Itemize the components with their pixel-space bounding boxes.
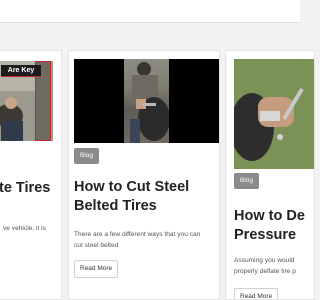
post-thumbnail[interactable] bbox=[74, 59, 219, 143]
category-badge[interactable]: Blog bbox=[234, 173, 260, 189]
post-card[interactable]: Are Key te Tires ve vehicle, it is bbox=[0, 50, 62, 300]
post-title[interactable]: te Tires bbox=[0, 179, 50, 198]
post-excerpt-line-1: Assuming you would bbox=[234, 257, 295, 264]
post-title-line-2[interactable]: Belted Tires bbox=[74, 197, 157, 216]
thumbnail-caption: Are Key bbox=[1, 65, 41, 77]
post-photo bbox=[124, 59, 169, 143]
post-excerpt: ve vehicle, it is bbox=[3, 225, 46, 232]
read-more-button[interactable]: Read More bbox=[74, 260, 119, 278]
post-excerpt-line-2: properly deflate tire p bbox=[234, 268, 296, 275]
post-excerpt-line-1: There are a few different ways that you … bbox=[74, 231, 201, 238]
post-title-line-2[interactable]: Pressure bbox=[234, 226, 296, 245]
post-card[interactable]: Blog How to De Pressure Assuming you wou… bbox=[225, 50, 315, 300]
top-bar bbox=[0, 0, 300, 23]
category-badge[interactable]: Blog bbox=[74, 148, 100, 164]
read-more-button[interactable]: Read More bbox=[234, 288, 279, 299]
post-title-line-1[interactable]: How to Cut Steel bbox=[74, 178, 189, 197]
post-thumbnail[interactable]: Are Key bbox=[0, 61, 53, 141]
post-thumbnail[interactable] bbox=[234, 59, 314, 169]
tire-cutting-photo bbox=[130, 62, 169, 143]
post-card[interactable]: Blog How to Cut Steel Belted Tires There… bbox=[68, 50, 220, 300]
post-title-line-1[interactable]: How to De bbox=[234, 207, 305, 226]
tire-gauge-photo bbox=[234, 59, 314, 169]
post-excerpt-line-2: cut steel belted bbox=[74, 242, 119, 249]
